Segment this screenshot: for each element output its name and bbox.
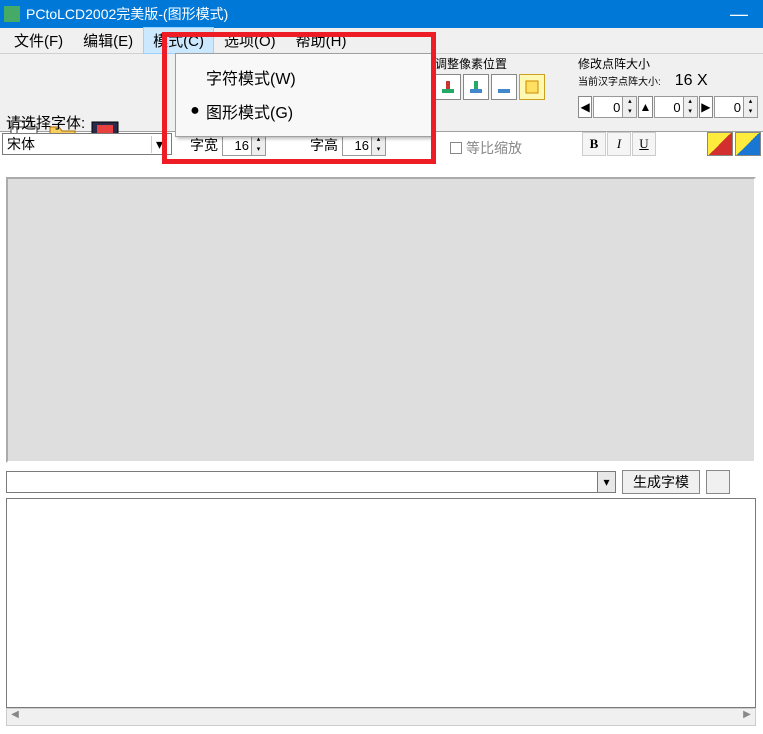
down-icon[interactable]: ▾ (371, 145, 385, 155)
matrix-spinner-2[interactable]: ▴▾ (654, 96, 698, 118)
text-combo[interactable]: ▾ (6, 471, 616, 493)
matrix-size-label: 修改点阵大小 (578, 55, 758, 72)
menu-file[interactable]: 文件(F) (4, 27, 73, 54)
output-area[interactable] (6, 498, 756, 708)
bullet-icon: ● (184, 102, 206, 120)
italic-button[interactable]: I (607, 132, 631, 156)
pixel-btn-3[interactable] (491, 74, 517, 100)
menu-edit[interactable]: 编辑(E) (73, 27, 143, 54)
canvas-area[interactable] (6, 177, 756, 463)
char-width-label: 字宽 (190, 135, 218, 155)
proportional-checkbox[interactable] (450, 142, 462, 154)
mode-graphic-label: 图形模式(G) (206, 99, 293, 123)
current-matrix-label: 当前汉字点阵大小: (578, 73, 661, 88)
char-height-group: 字高 ▴▾ (310, 134, 386, 156)
generate-button[interactable]: 生成字模 (622, 470, 700, 494)
font-select-value: 宋体 (7, 134, 35, 154)
scroll-right-icon[interactable]: ▶ (739, 709, 755, 725)
color-tools (707, 132, 761, 156)
select-font-label: 请选择字体: (6, 112, 85, 133)
char-height-input[interactable] (343, 138, 371, 153)
pixel-btn-1[interactable] (435, 74, 461, 100)
pixel-btn-4[interactable] (519, 74, 545, 100)
bold-button[interactable]: B (582, 132, 606, 156)
arrow-left-button[interactable]: ◀ (578, 96, 592, 118)
secondary-button[interactable] (706, 470, 730, 494)
app-icon (4, 6, 20, 22)
title-bar: PCtoLCD2002完美版-(图形模式) — (0, 0, 763, 28)
proportional-row: 等比缩放 (450, 138, 522, 158)
matrix-spinner-1[interactable]: ▴▾ (593, 96, 637, 118)
mode-char-item[interactable]: 字符模式(W) (176, 60, 431, 94)
char-width-spinner[interactable]: ▴▾ (222, 134, 266, 156)
scroll-left-icon[interactable]: ◀ (7, 709, 23, 725)
matrix-value: 16 X (667, 72, 708, 90)
style-buttons: B I U (582, 132, 656, 156)
menu-mode[interactable]: 模式(C) (143, 27, 214, 54)
font-select[interactable]: 宋体 ▾ (2, 133, 172, 155)
matrix-size-group: 修改点阵大小 当前汉字点阵大小: 16 X ◀ ▴▾ ▲ ▴▾ ▶ ▴▾ (578, 55, 758, 118)
pixel-btn-2[interactable] (463, 74, 489, 100)
mode-graphic-item[interactable]: ● 图形模式(G) (176, 94, 431, 128)
down-icon[interactable]: ▾ (251, 145, 265, 155)
menu-options[interactable]: 选项(O) (214, 27, 286, 54)
horizontal-scrollbar[interactable]: ◀ ▶ (6, 708, 756, 726)
char-width-group: 字宽 ▴▾ (190, 134, 266, 156)
arrow-right-button[interactable]: ▶ (699, 96, 713, 118)
char-width-input[interactable] (223, 138, 251, 153)
proportional-label: 等比缩放 (466, 138, 522, 158)
mode-char-label: 字符模式(W) (206, 65, 296, 89)
menu-bar: 文件(F) 编辑(E) 模式(C) 选项(O) 帮助(H) (0, 28, 763, 54)
chevron-down-icon: ▾ (151, 136, 167, 153)
char-height-label: 字高 (310, 135, 338, 155)
pixel-adjust-group: 调整像素位置 (435, 55, 570, 100)
input-row: ▾ 生成字模 (6, 470, 756, 494)
color-tool-2[interactable] (735, 132, 761, 156)
underline-button[interactable]: U (632, 132, 656, 156)
char-height-spinner[interactable]: ▴▾ (342, 134, 386, 156)
menu-help[interactable]: 帮助(H) (286, 27, 357, 54)
window-title: PCtoLCD2002完美版-(图形模式) (26, 4, 719, 24)
chevron-down-icon[interactable]: ▾ (597, 472, 615, 492)
minimize-button[interactable]: — (719, 4, 759, 25)
color-tool-1[interactable] (707, 132, 733, 156)
arrow-up-button[interactable]: ▲ (638, 96, 652, 118)
pixel-adjust-label: 调整像素位置 (435, 55, 570, 72)
matrix-spinner-3[interactable]: ▴▾ (714, 96, 758, 118)
mode-dropdown: 字符模式(W) ● 图形模式(G) (175, 53, 432, 137)
